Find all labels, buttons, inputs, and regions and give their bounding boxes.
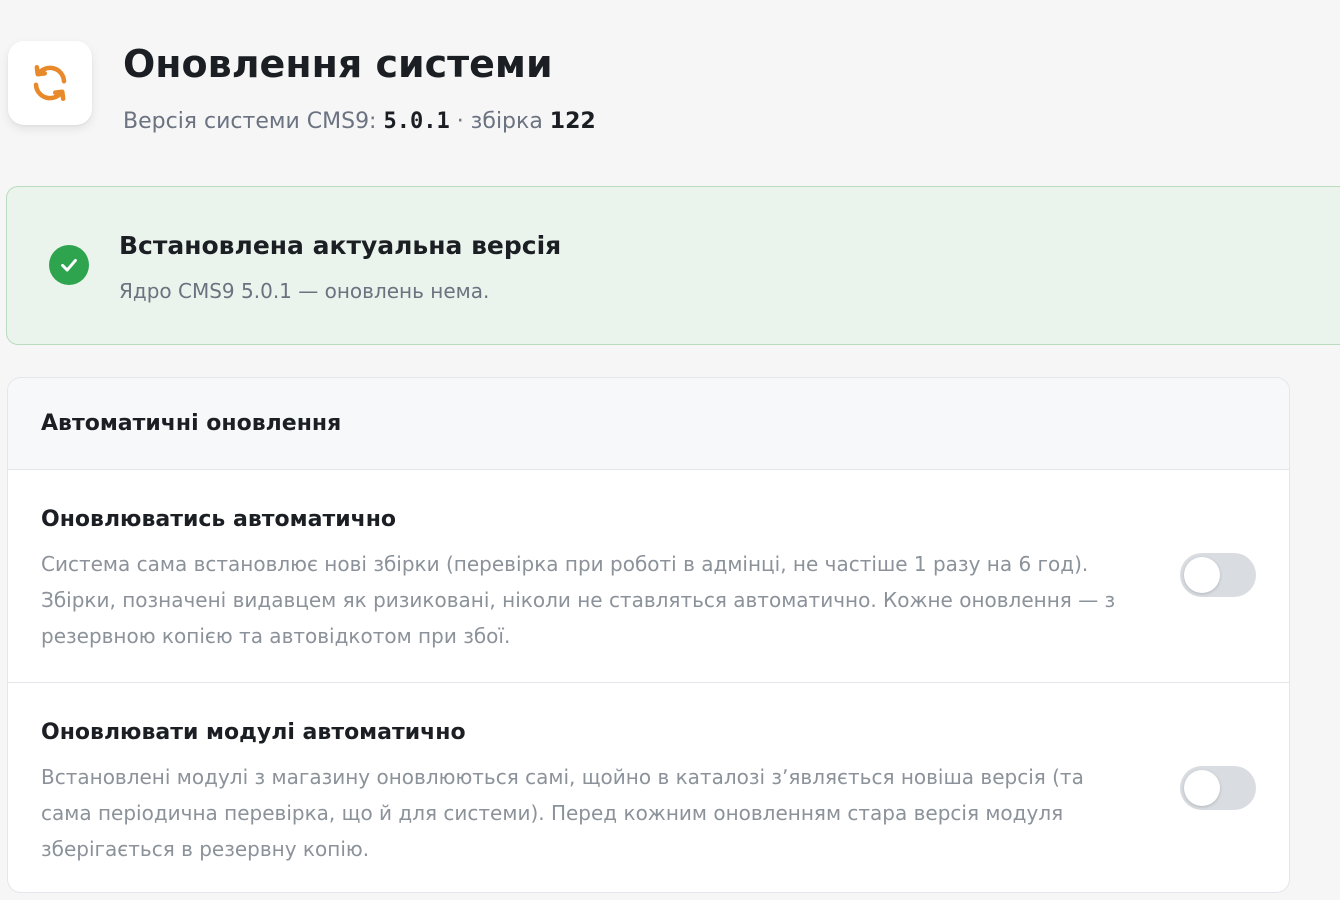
page-header: Оновлення системи Версія системи CMS9: 5…: [8, 41, 596, 136]
setting-row-auto-update-system: Оновлюватись автоматично Система сама вс…: [8, 470, 1289, 682]
setting-row-auto-update-modules: Оновлювати модулі автоматично Встановлен…: [8, 682, 1289, 892]
version-prefix: Версія системи CMS9:: [123, 109, 384, 134]
status-title: Встановлена актуальна версія: [119, 231, 562, 260]
build-separator: · збірка: [449, 109, 550, 134]
status-banner: Встановлена актуальна версія Ядро CMS9 5…: [6, 186, 1340, 345]
setting-title: Оновлюватись автоматично: [41, 507, 397, 532]
page-title: Оновлення системи: [123, 42, 553, 86]
build-number: 122: [549, 109, 596, 134]
auto-update-modules-toggle[interactable]: [1180, 766, 1256, 810]
toggle-knob: [1184, 557, 1220, 593]
refresh-icon: [33, 64, 67, 102]
app-icon-tile: [8, 41, 92, 125]
version-number: 5.0.1: [383, 109, 450, 134]
status-description: Ядро CMS9 5.0.1 — оновлень нема.: [119, 279, 490, 303]
check-circle-icon: [49, 245, 89, 285]
toggle-knob: [1184, 770, 1220, 806]
header-text: Оновлення системи Версія системи CMS9: 5…: [123, 41, 596, 136]
setting-title: Оновлювати модулі автоматично: [41, 720, 466, 745]
card-title: Автоматичні оновлення: [41, 411, 342, 436]
setting-description: Встановлені модулі з магазину оновлюютьс…: [41, 765, 1084, 861]
version-line: Версія системи CMS9: 5.0.1 · збірка 122: [123, 108, 596, 136]
auto-update-system-toggle[interactable]: [1180, 553, 1256, 597]
setting-description: Система сама встановлює нові збірки (пер…: [41, 552, 1116, 648]
card-header: Автоматичні оновлення: [8, 378, 1289, 470]
auto-updates-card: Автоматичні оновлення Оновлюватись автом…: [7, 377, 1290, 893]
